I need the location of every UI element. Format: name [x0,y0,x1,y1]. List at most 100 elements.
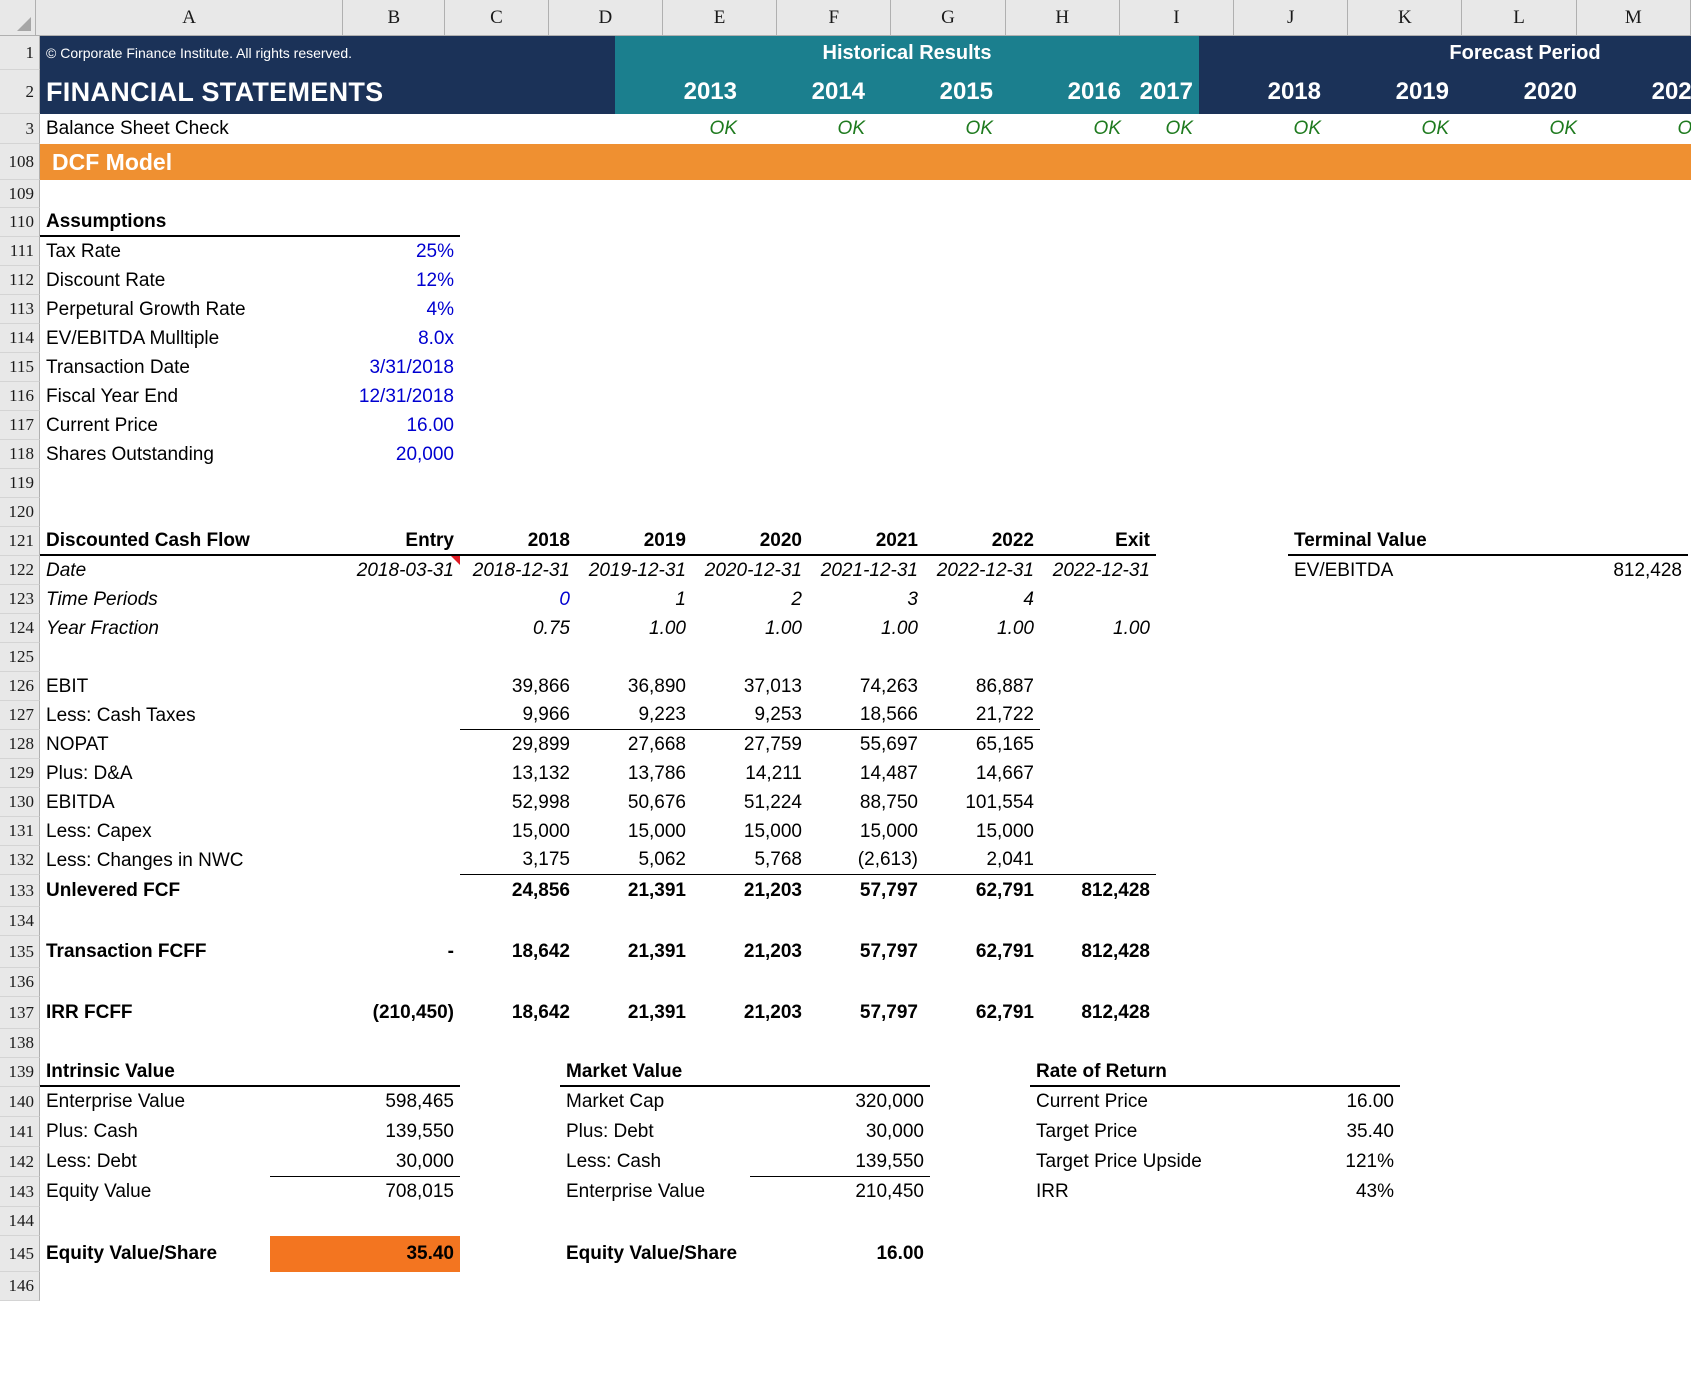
assumption-value-tax-rate[interactable]: 25% [270,237,460,266]
column-header-D[interactable]: D [548,0,663,35]
row-header-118[interactable]: 118 [0,440,40,469]
dcf-col-2022: 2022 [924,527,1040,556]
spacer-cell [460,1177,560,1207]
row-header-115[interactable]: 115 [0,353,40,382]
row-header-114[interactable]: 114 [0,324,40,353]
column-header-J[interactable]: J [1234,0,1349,35]
row-header-124[interactable]: 124 [0,614,40,643]
row-header-136[interactable]: 136 [0,968,40,997]
row-header-113[interactable]: 113 [0,295,40,324]
dcf-col-exit: Exit [1040,527,1156,556]
dcf-date-2018: 2018-12-31 [472,559,570,581]
column-header-H[interactable]: H [1005,0,1120,35]
row-header-127[interactable]: 127 [0,701,40,730]
row-header-125[interactable]: 125 [0,643,40,672]
dcf-transaction-fcff-2022: 62,791 [975,941,1034,962]
row-137: 137 IRR FCFF (210,450) 18,642 21,391 21,… [0,997,1691,1029]
dcf-irr-fcff-exit: 812,428 [1081,1002,1150,1023]
column-header-C[interactable]: C [445,0,549,35]
row-header-139[interactable]: 139 [0,1058,40,1087]
column-header-E[interactable]: E [662,0,778,35]
column-header-L[interactable]: L [1462,0,1577,35]
balance-check-2013: OK [709,118,737,139]
assumption-value-perpetual-growth-rate[interactable]: 4% [270,295,460,324]
row-3: 3 Balance Sheet Check OK OK OK OK OK OK … [0,114,1691,144]
row-header-2[interactable]: 2 [0,70,40,114]
row-header-133[interactable]: 133 [0,875,40,907]
dcf-ebitda-2019: 50,676 [627,791,686,813]
assumption-label-ev-ebitda-multiple: EV/EBITDA Mulltiple [46,327,220,349]
row-header-110[interactable]: 110 [0,208,40,237]
column-header-F[interactable]: F [777,0,892,35]
row-header-131[interactable]: 131 [0,817,40,846]
assumption-value-transaction-date[interactable]: 3/31/2018 [270,353,460,382]
row-header-132[interactable]: 132 [0,846,40,875]
row-header-141[interactable]: 141 [0,1117,40,1147]
row-header-145[interactable]: 145 [0,1236,40,1272]
spacer-cell [1156,527,1288,556]
row-header-108[interactable]: 108 [0,144,40,180]
row-header-144[interactable]: 144 [0,1207,40,1236]
ror-label-target-price-upside: Target Price Upside [1036,1151,1202,1172]
row-header-146[interactable]: 146 [0,1272,40,1301]
select-all-corner[interactable] [0,0,36,35]
row-header-140[interactable]: 140 [0,1087,40,1117]
column-header-K[interactable]: K [1348,0,1463,35]
row-header-142[interactable]: 142 [0,1147,40,1177]
row-header-109[interactable]: 109 [0,180,40,208]
row-header-3[interactable]: 3 [0,114,40,144]
row-119: 119 [0,469,1691,498]
row-header-112[interactable]: 112 [0,266,40,295]
spacer-cell [930,1058,1030,1087]
column-header-B[interactable]: B [343,0,446,35]
spacer-cell [930,1087,1030,1117]
column-header-A[interactable]: A [35,0,344,35]
year-header-2017: 2017 [1127,70,1199,114]
row-117: 117 Current Price 16.00 [0,411,1691,440]
dcf-line-label-ebit: EBIT [46,675,89,697]
dcf-nopat-2021: 55,697 [859,733,918,755]
row-header-120[interactable]: 120 [0,498,40,527]
row-header-117[interactable]: 117 [0,411,40,440]
row-141: 141 Plus: Cash 139,550 Plus: Debt 30,000… [0,1117,1691,1147]
row-header-116[interactable]: 116 [0,382,40,411]
dcf-unlevered-fcf-2022: 62,791 [975,880,1034,901]
column-header-G[interactable]: G [891,0,1006,35]
row-header-128[interactable]: 128 [0,730,40,759]
row-header-126[interactable]: 126 [0,672,40,701]
dcf-capex-2020: 15,000 [743,820,802,842]
dcf-transaction-fcff-2020: 21,203 [743,941,802,962]
row-header-123[interactable]: 123 [0,585,40,614]
column-header-I[interactable]: I [1119,0,1235,35]
row-header-129[interactable]: 129 [0,759,40,788]
dcf-unlevered-fcf-2020: 21,203 [743,880,802,901]
row-header-137[interactable]: 137 [0,997,40,1029]
row-header-135[interactable]: 135 [0,936,40,968]
row-2: 2 FINANCIAL STATEMENTS 2013 2014 2015 20… [0,70,1691,114]
forecast-period-band: Forecast Period [1199,36,1691,70]
assumption-value-ev-ebitda-multiple[interactable]: 8.0x [270,324,460,353]
row-header-121[interactable]: 121 [0,527,40,556]
intrinsic-equity-value-per-share[interactable]: 35.40 [270,1236,460,1272]
row-header-111[interactable]: 111 [0,237,40,266]
row-header-1[interactable]: 1 [0,36,40,70]
assumption-value-current-price[interactable]: 16.00 [270,411,460,440]
dcf-time-period-2018[interactable]: 0 [460,585,576,614]
intrinsic-label-enterprise-value: Enterprise Value [46,1091,186,1112]
row-header-130[interactable]: 130 [0,788,40,817]
row-header-138[interactable]: 138 [0,1029,40,1058]
intrinsic-label-plus-cash: Plus: Cash [46,1121,138,1142]
row-header-122[interactable]: 122 [0,556,40,585]
column-header-M[interactable]: M [1576,0,1691,35]
assumption-value-discount-rate[interactable]: 12% [270,266,460,295]
assumption-value-shares-outstanding[interactable]: 20,000 [270,440,460,469]
row-header-143[interactable]: 143 [0,1177,40,1207]
dcf-nwc-2018: 3,175 [460,846,576,875]
row-header-134[interactable]: 134 [0,907,40,936]
dcf-date-entry[interactable]: 2018-03-31 [270,556,460,585]
assumption-value-fiscal-year-end[interactable]: 12/31/2018 [270,382,460,411]
row-126: 126 EBIT 39,866 36,890 37,013 74,263 86,… [0,672,1691,701]
dcf-year-fraction-2019: 1.00 [649,617,686,639]
row-header-119[interactable]: 119 [0,469,40,498]
dcf-col-2019: 2019 [576,527,692,556]
